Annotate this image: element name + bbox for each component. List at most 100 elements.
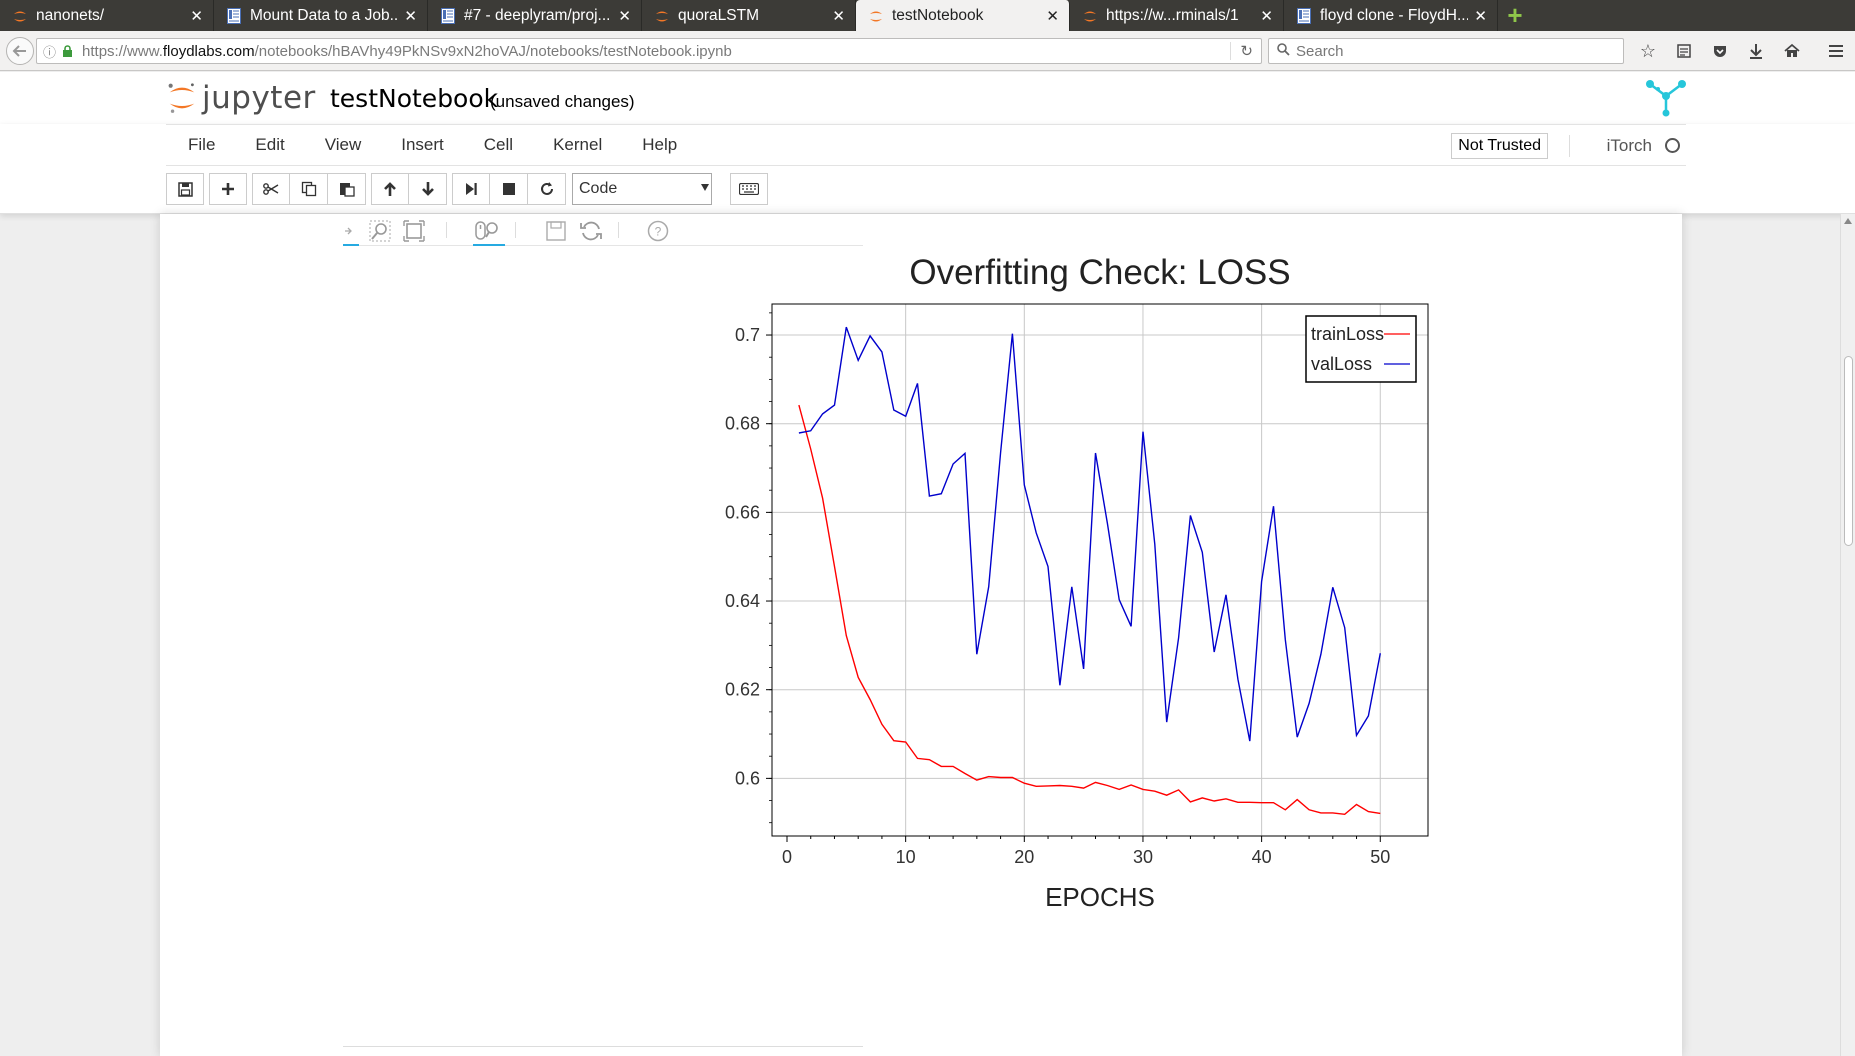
jupyter-wordmark: jupyter: [202, 80, 316, 116]
stop-icon: [502, 183, 515, 195]
cell-type-value: Code: [579, 180, 618, 197]
x-tick-label: 20: [1014, 847, 1034, 867]
browser-tab[interactable]: Mount Data to a Job... ✕: [214, 0, 428, 31]
close-tab-icon[interactable]: ✕: [190, 7, 203, 25]
x-tick-label: 40: [1252, 847, 1272, 867]
floyd-doc-icon: [226, 7, 242, 24]
home-icon[interactable]: [1780, 39, 1804, 63]
page-scrollbar[interactable]: [1840, 214, 1855, 1056]
menu-bar: File Edit View Insert Cell Kernel Help N…: [166, 124, 1686, 166]
y-tick-label: 0.6: [735, 768, 760, 788]
browser-tab[interactable]: floyd clone - FloydH... ✕: [1284, 0, 1498, 31]
close-tab-icon[interactable]: ✕: [618, 7, 631, 25]
copy-icon: [301, 181, 316, 197]
jupyter-header: jupyter testNotebook (unsaved changes): [0, 72, 1855, 124]
bookmark-star-icon[interactable]: ☆: [1636, 39, 1660, 63]
loss-chart: 0 10 20 30 40 50 0.6 0.62 0.64 0.66 0.68 0.7 Overfi…: [725, 253, 1429, 912]
copy-button[interactable]: [290, 173, 328, 205]
chevron-down-icon: [701, 184, 709, 191]
save-button[interactable]: [166, 173, 204, 205]
close-tab-icon[interactable]: ✕: [1260, 7, 1273, 25]
search-input[interactable]: Search: [1268, 38, 1624, 64]
reload-icon[interactable]: ↻: [1240, 42, 1253, 60]
menu-insert[interactable]: Insert: [381, 135, 464, 155]
tab-title: floyd clone - FloydH...: [1320, 6, 1469, 24]
url-divider: [1230, 42, 1231, 60]
legend-label-train: trainLoss: [1311, 324, 1384, 344]
keyboard-icon: [739, 183, 759, 195]
close-tab-icon[interactable]: ✕: [1046, 7, 1059, 25]
menu-kernel[interactable]: Kernel: [533, 135, 622, 155]
menu-view[interactable]: View: [305, 135, 382, 155]
url-domain: floydlabs.com: [162, 42, 255, 60]
val-loss-line: [798, 326, 1381, 742]
y-tick-label: 0.64: [725, 591, 760, 611]
browser-tab-strip: nanonets/✕ Mount Data to a Job... ✕ #7 - de…: [0, 0, 1855, 31]
not-trusted-button[interactable]: Not Trusted: [1451, 133, 1548, 159]
scissors-icon: [263, 183, 279, 195]
interrupt-kernel-button[interactable]: [490, 173, 528, 205]
jupyter-icon: [654, 8, 670, 24]
close-tab-icon[interactable]: ✕: [1474, 7, 1487, 25]
move-up-button[interactable]: [371, 173, 409, 205]
y-tick-label: 0.62: [725, 680, 760, 700]
x-tick-label: 30: [1133, 847, 1153, 867]
axis-ticks: 0 10 20 30 40 50 0.6 0.62 0.64 0.66 0.68 0.7: [725, 312, 1390, 867]
cell-type-select[interactable]: Code: [572, 173, 712, 205]
scroll-up-icon[interactable]: [1844, 218, 1852, 224]
close-tab-icon[interactable]: ✕: [832, 7, 845, 25]
paste-icon: [339, 183, 355, 197]
tab-title: https://w...rminals/1: [1106, 6, 1239, 24]
move-down-button[interactable]: [409, 173, 447, 205]
notebook-title[interactable]: testNotebook: [330, 84, 498, 113]
browser-tab[interactable]: https://w...rminals/1 ✕: [1070, 0, 1284, 31]
paste-button[interactable]: [328, 173, 366, 205]
notebook-toolbar: Code: [166, 172, 768, 206]
jupyter-logo[interactable]: jupyter: [166, 80, 316, 116]
kernel-divider: [1569, 135, 1570, 157]
menu-help[interactable]: Help: [622, 135, 697, 155]
x-tick-label: 10: [896, 847, 916, 867]
tab-title: #7 - deeplyram/proj...: [464, 6, 611, 24]
menu-cell[interactable]: Cell: [464, 135, 533, 155]
download-icon[interactable]: [1744, 39, 1768, 63]
reader-list-icon[interactable]: [1672, 39, 1696, 63]
x-tick-label: 50: [1370, 847, 1390, 867]
jupyter-icon: [868, 8, 884, 24]
browser-tab[interactable]: #7 - deeplyram/proj... ✕: [428, 0, 642, 31]
url-text: https://www.floydlabs.com/notebooks/hBAV…: [82, 43, 732, 60]
chart-legend: trainLoss valLoss: [1305, 315, 1417, 383]
arrow-up-icon: [384, 182, 396, 196]
lock-icon[interactable]: [62, 45, 74, 57]
info-icon[interactable]: ⓘ: [43, 42, 56, 61]
menu-file[interactable]: File: [166, 135, 235, 155]
save-status: (unsaved changes): [490, 92, 635, 111]
close-tab-icon[interactable]: ✕: [404, 7, 417, 25]
browser-tab[interactable]: quoraLSTM ✕: [642, 0, 856, 31]
restart-kernel-button[interactable]: [528, 173, 566, 205]
x-axis-label: EPOCHS: [1045, 882, 1155, 912]
new-tab-plus-icon[interactable]: +: [1498, 0, 1532, 31]
url-bar[interactable]: ⓘ https://www.floydlabs.com/notebooks/hB…: [36, 38, 1262, 64]
scrollbar-thumb[interactable]: [1844, 356, 1853, 546]
floydhub-logo-icon[interactable]: [1644, 76, 1688, 120]
kernel-name[interactable]: iTorch: [1607, 136, 1652, 156]
command-palette-button[interactable]: [730, 173, 768, 205]
back-button[interactable]: [6, 37, 34, 65]
pocket-icon[interactable]: [1708, 39, 1732, 63]
tab-title: Mount Data to a Job...: [250, 6, 399, 24]
cut-button[interactable]: [252, 173, 290, 205]
chart-series: [798, 326, 1381, 816]
jupyter-icon: [1082, 8, 1098, 24]
floyd-doc-icon: [440, 7, 456, 24]
browser-tab[interactable]: testNotebook ✕: [856, 0, 1070, 31]
run-cell-button[interactable]: [452, 173, 490, 205]
menu-edit[interactable]: Edit: [235, 135, 304, 155]
search-icon: [1277, 43, 1290, 59]
insert-cell-button[interactable]: [209, 173, 247, 205]
hamburger-menu-icon[interactable]: [1824, 39, 1848, 63]
tab-title: nanonets/: [36, 6, 105, 24]
kernel-idle-indicator-icon: [1665, 138, 1680, 153]
browser-tab[interactable]: nanonets/ ✕: [0, 0, 214, 31]
chart-grid: [772, 304, 1428, 836]
